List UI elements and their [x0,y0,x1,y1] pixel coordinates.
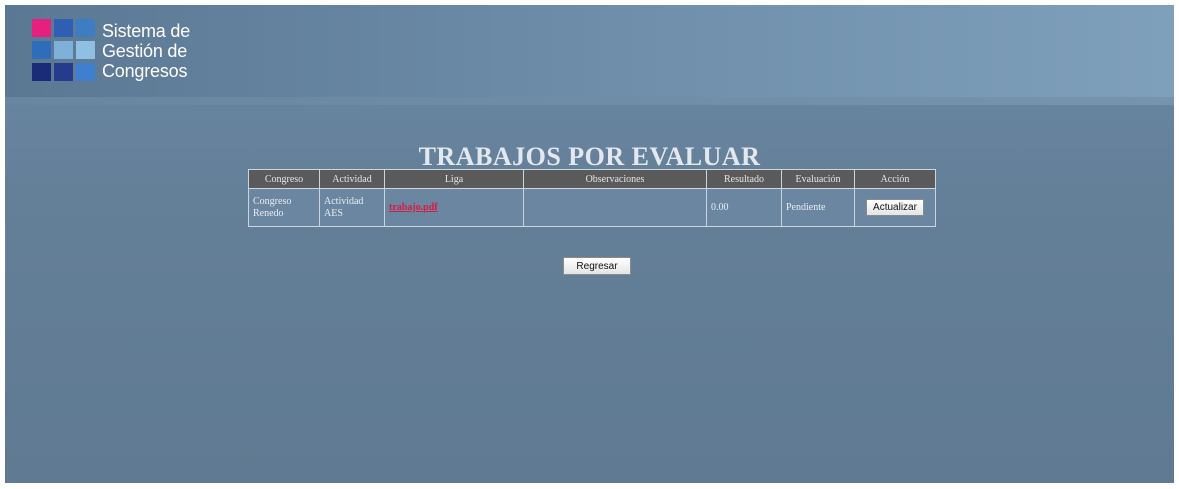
column-header-observaciones: Observaciones [523,169,707,189]
cell-congreso: Congreso Renedo [248,188,320,227]
column-header-liga: Liga [384,169,524,189]
logo-squares-icon [32,19,98,85]
back-button[interactable]: Regresar [563,257,631,275]
app-logo: Sistema de Gestión de Congresos [32,19,232,91]
header-banner: Sistema de Gestión de Congresos [5,5,1174,97]
column-header-evaluacion: Evaluación [781,169,855,189]
column-header-resultado: Resultado [706,169,782,189]
cell-accion: Actualizar [854,188,936,227]
column-header-accion: Acción [854,169,936,189]
logo-line: Congresos [102,61,188,81]
update-button[interactable]: Actualizar [866,199,924,216]
header-divider [5,97,1174,105]
cell-resultado: 0.00 [706,188,782,227]
column-header-actividad: Actividad [319,169,385,189]
evaluation-table: Congreso Actividad Liga Observaciones Re… [248,169,936,227]
cell-observaciones [523,188,707,227]
cell-liga: trabajo.pdf [384,188,524,227]
logo-line: Sistema de [102,21,191,41]
cell-actividad: Actividad AES [319,188,385,227]
table-header-row: Congreso Actividad Liga Observaciones Re… [248,169,936,189]
table-row: Congreso Renedo Actividad AES trabajo.pd… [248,188,936,227]
column-header-congreso: Congreso [248,169,320,189]
logo-text: Sistema de Gestión de Congresos [102,21,190,81]
document-link[interactable]: trabajo.pdf [389,202,438,213]
page-frame: Sistema de Gestión de Congresos [5,5,1174,483]
page-title: TRABAJOS POR EVALUAR [418,142,761,171]
cell-evaluacion: Pendiente [781,188,855,227]
logo-line: Gestión de [102,41,188,61]
